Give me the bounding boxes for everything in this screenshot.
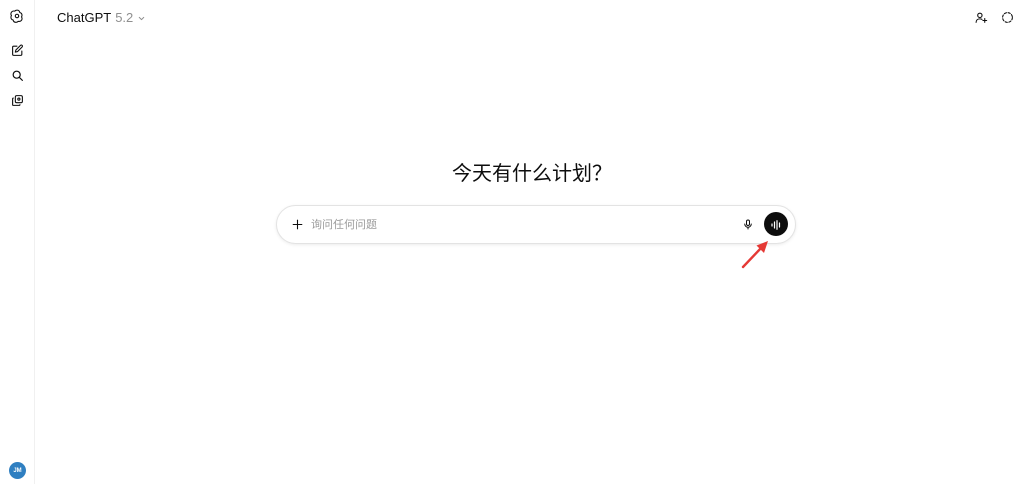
prompt-input[interactable] <box>311 214 721 234</box>
prompt-composer <box>276 205 796 244</box>
voice-waveform-icon <box>770 215 782 234</box>
new-chat-icon[interactable] <box>7 40 27 60</box>
chevron-down-icon <box>137 8 146 27</box>
model-switcher[interactable]: ChatGPT 5.2 <box>57 8 146 26</box>
plus-icon[interactable] <box>288 215 306 233</box>
user-avatar[interactable]: JM <box>9 462 26 479</box>
avatar-initials: JM <box>13 467 22 474</box>
dashed-circle-icon[interactable] <box>998 8 1016 26</box>
page-headline: 今天有什么计划？ <box>452 161 612 185</box>
library-icon[interactable] <box>7 90 27 110</box>
search-icon[interactable] <box>7 65 27 85</box>
add-person-icon[interactable] <box>972 8 990 26</box>
header-actions <box>972 8 1016 26</box>
chatgpt-app: JM ChatGPT 5.2 今天有什么计划？ <box>0 0 1024 484</box>
model-version: 5.2 <box>115 9 134 25</box>
openai-logo-icon[interactable] <box>7 6 27 26</box>
voice-mode-button[interactable] <box>764 212 788 236</box>
page-headline-wrap: 今天有什么计划？ <box>0 157 1024 186</box>
microphone-icon[interactable] <box>740 215 756 233</box>
sidebar: JM <box>0 0 35 484</box>
model-name: ChatGPT <box>57 9 112 25</box>
